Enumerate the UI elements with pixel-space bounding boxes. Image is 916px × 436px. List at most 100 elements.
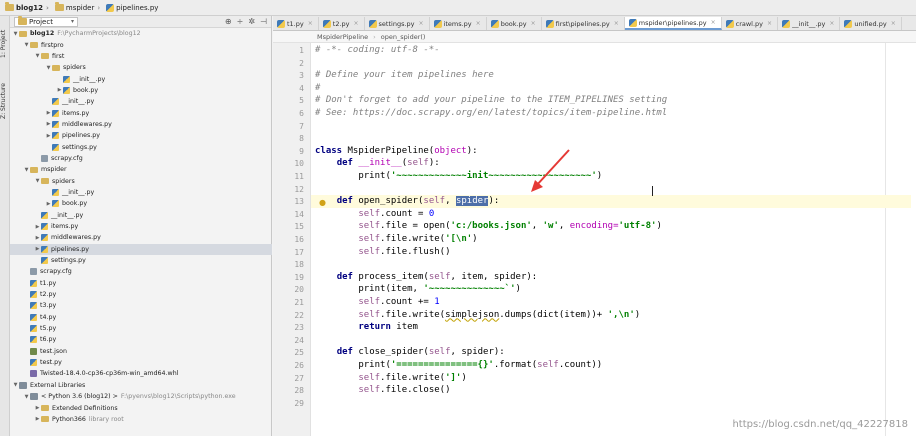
current-code-line[interactable]: def open_spider(self, spider): [311,195,911,208]
tree-item[interactable]: ▶ pipelines.py [10,130,272,141]
close-icon[interactable]: × [308,20,313,27]
editor-tab[interactable]: book.py × [487,17,542,30]
code-line[interactable]: self.file.flush() [315,246,450,259]
code-line[interactable]: self.file.write(']') [315,372,466,385]
close-icon[interactable]: × [614,20,619,27]
tree-item[interactable]: ▶ book.py [10,198,272,209]
expanded-arrow-icon[interactable]: ▼ [34,53,41,59]
code-line[interactable]: # -*- coding: utf-8 -*- [315,44,440,57]
hide-icon[interactable]: ⊣ [260,17,267,26]
expanded-arrow-icon[interactable]: ▼ [34,178,41,184]
close-icon[interactable]: × [531,20,536,27]
code-line[interactable]: def __init__(self): [315,157,440,170]
tree-item[interactable]: __init__.py [10,96,272,107]
close-icon[interactable]: × [711,19,716,26]
tree-item[interactable]: ▶ Extended Definitions [10,402,272,413]
breadcrumb-class[interactable]: MspiderPipeline [317,33,368,41]
code-line[interactable]: print('~~~~~~~~~~~~~init~~~~~~~~~~~~~~~~… [315,170,602,183]
tree-item[interactable]: scrapy.cfg [10,153,272,164]
editor-tab[interactable]: mspider\pipelines.py × [624,17,722,30]
code-line[interactable]: class MspiderPipeline(object): [315,145,478,158]
tree-item[interactable]: __init__.py [10,187,272,198]
code-line[interactable]: # See: https://doc.scrapy.org/en/latest/… [315,107,667,120]
code-line[interactable]: self.file.write(simplejson.dumps(dict(it… [315,309,640,322]
close-icon[interactable]: × [419,20,424,27]
collapsed-arrow-icon[interactable]: ▶ [56,87,63,93]
tree-item[interactable]: settings.py [10,255,272,266]
gear-icon[interactable]: ✲ [248,17,255,26]
collapsed-arrow-icon[interactable]: ▶ [45,201,52,207]
collapsed-arrow-icon[interactable]: ▶ [45,121,52,127]
code-line[interactable]: self.file = open('c:/books.json', 'w', e… [315,220,662,233]
tree-item[interactable]: settings.py [10,141,272,152]
project-view-select[interactable]: Project ▾ [14,16,78,27]
tree-item[interactable]: ▼ External Libraries [10,380,272,391]
expanded-arrow-icon[interactable]: ▼ [23,394,30,400]
tree-item[interactable]: ▶ middlewares.py [10,232,272,243]
tree-item[interactable]: ▶ items.py [10,221,272,232]
tree-item[interactable]: t2.py [10,289,272,300]
expanded-arrow-icon[interactable]: ▼ [12,31,19,37]
breadcrumb-item[interactable]: mspider › [52,1,103,14]
code-line[interactable]: def close_spider(self, spider): [315,346,505,359]
editor-tab[interactable]: t2.py × [319,17,365,30]
tree-item[interactable]: ▼ blog12 F:\PycharmProjects\blog12 [10,28,272,39]
editor-tab[interactable]: t1.py × [273,17,319,30]
code-line[interactable]: # Define your item pipelines here [315,69,494,82]
tree-item[interactable]: t5.py [10,323,272,334]
tree-item[interactable]: t1.py [10,278,272,289]
tree-item[interactable]: test.json [10,346,272,357]
close-icon[interactable]: × [829,20,834,27]
breadcrumb-item[interactable]: pipelines.py [103,1,161,14]
collapsed-arrow-icon[interactable]: ▶ [45,133,52,139]
tree-item[interactable]: ▼ spiders [10,62,272,73]
tree-item[interactable]: ▼ < Python 3.6 (blog12) > F:\pyenvs\blog12… [10,391,272,402]
editor-tab[interactable]: __init__.py × [778,17,841,30]
code-editor[interactable]: 1 2 3 4 5 6 7 8 9 10 11 12 13 14 15 16 17 18 19 20 21 22 23 24 2… [273,43,916,436]
code-line[interactable]: print('==============={}'.format(self.co… [315,359,602,372]
locate-icon[interactable]: ⊕ [225,17,232,26]
breadcrumb-method[interactable]: open_spider() [381,33,426,41]
editor-tab[interactable]: items.py × [430,17,487,30]
tree-item[interactable]: ▼ firstpro [10,39,272,50]
editor-tab[interactable]: crawl.py × [722,17,779,30]
tree-item[interactable]: ▶ middlewares.py [10,119,272,130]
collapse-icon[interactable]: ÷ [237,17,244,26]
collapsed-arrow-icon[interactable]: ▶ [34,235,41,241]
tree-item[interactable]: ▼ spiders [10,175,272,186]
code-line[interactable]: self.count = 0 [315,208,434,221]
collapsed-arrow-icon[interactable]: ▶ [34,405,41,411]
tree-item[interactable]: scrapy.cfg [10,266,272,277]
tree-item[interactable]: t3.py [10,300,272,311]
expanded-arrow-icon[interactable]: ▼ [12,382,19,388]
lightbulb-icon[interactable]: ● [319,198,326,207]
collapsed-arrow-icon[interactable]: ▶ [34,224,41,230]
tree-item[interactable]: t6.py [10,334,272,345]
editor-tab[interactable]: unified.py × [840,17,902,30]
tree-item[interactable]: __init__.py [10,210,272,221]
expanded-arrow-icon[interactable]: ▼ [23,42,30,48]
collapsed-arrow-icon[interactable]: ▶ [34,416,41,422]
tree-item[interactable]: Twisted-18.4.0-cp36-cp36m-win_amd64.whl [10,368,272,379]
tree-item[interactable]: ▼ mspider [10,164,272,175]
tree-item[interactable]: ▶ items.py [10,107,272,118]
code-line[interactable]: print(item, '~~~~~~~~~~~~~~`') [315,283,521,296]
structure-tool-tab[interactable]: Z: Structure [0,76,10,126]
code-line[interactable]: # [315,82,320,95]
tree-item[interactable]: t4.py [10,312,272,323]
tree-item[interactable]: __init__.py [10,73,272,84]
editor-tab[interactable]: settings.py × [365,17,430,30]
expanded-arrow-icon[interactable]: ▼ [23,167,30,173]
code-line[interactable]: # Don't forget to add your pipeline to t… [315,94,667,107]
code-line[interactable]: return item [315,321,418,334]
breadcrumb-item[interactable]: blog12 › [2,1,52,14]
collapsed-arrow-icon[interactable]: ▶ [45,110,52,116]
code-line[interactable]: self.file.write('[\n') [315,233,477,246]
code-line[interactable]: def process_item(self, item, spider): [315,271,538,284]
tree-item[interactable]: ▶ Python366 library root [10,414,272,425]
collapsed-arrow-icon[interactable]: ▶ [34,246,41,252]
close-icon[interactable]: × [476,20,481,27]
code-line[interactable]: self.file.close() [315,384,450,397]
tree-item[interactable]: test.py [10,357,272,368]
expanded-arrow-icon[interactable]: ▼ [45,65,52,71]
